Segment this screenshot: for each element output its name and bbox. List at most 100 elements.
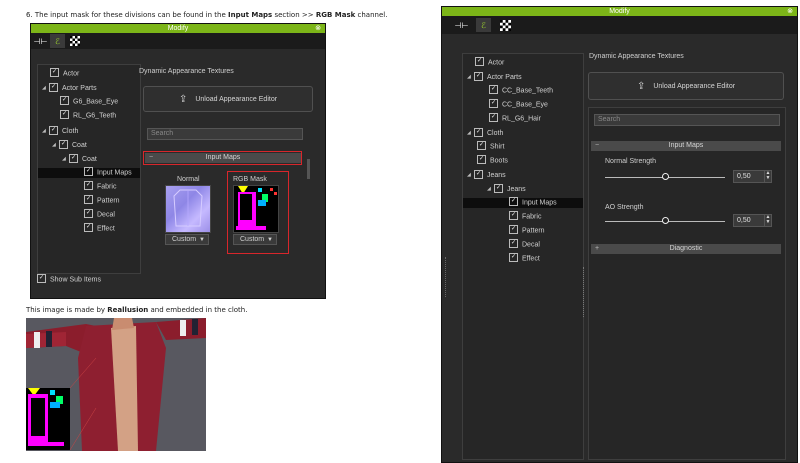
upload-icon: ⇪	[178, 93, 188, 105]
checkbox[interactable]: ✓	[489, 99, 498, 108]
panel-resize-grip[interactable]	[445, 257, 448, 297]
attribute-tab-icon[interactable]: ⊣⊢	[33, 34, 48, 48]
tree-item[interactable]: ✓ Pattern	[509, 225, 545, 236]
tree-item[interactable]: ✓ RL_G6_Hair	[489, 113, 541, 124]
checkbox[interactable]: ✓	[49, 125, 58, 135]
checkbox[interactable]: ✓	[509, 197, 518, 206]
checkbox[interactable]: ✓	[49, 82, 58, 92]
checkbox[interactable]: ✓	[474, 169, 483, 179]
close-icon[interactable]: ⊗	[315, 24, 321, 33]
checkbox[interactable]: ✓	[509, 211, 518, 220]
tree-item[interactable]: ✓ Effect	[509, 253, 540, 264]
expand-arrow-icon[interactable]: ◢	[42, 126, 48, 136]
checkbox[interactable]: ✓	[69, 153, 78, 163]
ao-strength-slider-handle[interactable]	[662, 217, 669, 224]
tree-item-selected[interactable]: ✓ Input Maps	[463, 197, 583, 208]
ao-strength-input[interactable]: 0,50	[733, 214, 765, 227]
tree-item[interactable]: ✓ CC_Base_Teeth	[489, 85, 553, 96]
tree-item[interactable]: ◢ ✓ Coat	[52, 139, 87, 150]
tree-item[interactable]: ◢ ✓ Actor Parts	[467, 71, 522, 82]
expand-arrow-icon[interactable]: ◢	[62, 154, 68, 164]
scrollbar[interactable]	[307, 159, 310, 179]
expand-arrow-icon[interactable]: ◢	[487, 184, 493, 194]
expand-arrow-icon[interactable]: ◢	[42, 83, 48, 93]
tree-item[interactable]: ◢ ✓ Cloth	[467, 127, 503, 138]
tree-item[interactable]: ✓ Shirt	[477, 141, 504, 152]
checkbox[interactable]: ✓	[509, 239, 518, 248]
tree-item[interactable]: ✓ Fabric	[509, 211, 541, 222]
tree-item[interactable]: ✓ Decal	[84, 209, 115, 220]
splitter-grip[interactable]	[583, 267, 586, 317]
checkbox[interactable]: ✓	[84, 195, 93, 204]
ao-strength-stepper[interactable]: ▲ ▼	[764, 214, 772, 227]
normal-strength-label: Normal Strength	[605, 158, 656, 165]
step-mid: section >>	[272, 11, 316, 19]
attribute-tab-icon[interactable]: ⊣⊢	[454, 18, 469, 32]
checkbox[interactable]: ✓	[59, 139, 68, 149]
step-bold-input-maps: Input Maps	[227, 11, 273, 19]
tree-item-selected[interactable]: ✓ Input Maps	[38, 167, 140, 178]
expand-arrow-icon[interactable]: ◢	[467, 128, 473, 138]
tree-item[interactable]: ◢ ✓ Cloth	[42, 125, 78, 136]
tree-item[interactable]: ◢ ✓ Jeans	[487, 183, 526, 194]
tree-item[interactable]: ✓ Pattern	[84, 195, 120, 206]
checkbox[interactable]: ✓	[477, 141, 486, 150]
checker-tab-icon[interactable]	[67, 34, 82, 48]
search-input[interactable]: Search	[147, 128, 303, 140]
normal-custom-dropdown[interactable]: Custom ▼	[165, 234, 209, 245]
checkbox[interactable]: ✓	[475, 57, 484, 66]
checkbox[interactable]: ✓	[474, 127, 483, 137]
unload-appearance-editor-button[interactable]: ⇪ Unload Appearance Editor	[588, 72, 784, 100]
expand-arrow-icon[interactable]: ◢	[467, 72, 473, 82]
checkbox[interactable]: ✓	[509, 253, 518, 262]
checkbox[interactable]: ✓	[60, 96, 69, 105]
step-bold-rgb-mask: RGB Mask	[315, 11, 356, 19]
close-icon[interactable]: ⊗	[787, 7, 793, 16]
normal-strength-input[interactable]: 0,50	[733, 170, 765, 183]
appearance-tab-icon[interactable]: ℰ	[50, 34, 65, 48]
unload-appearance-editor-button[interactable]: ⇪ Unload Appearance Editor	[143, 86, 313, 112]
checkbox[interactable]: ✓	[509, 225, 518, 234]
right-scene-tree[interactable]: ✓ Actor ◢ ✓ Actor Parts ✓ CC_Base_Teeth ✓ CC_…	[462, 53, 584, 460]
checkbox[interactable]: ✓	[494, 183, 503, 193]
tree-item[interactable]: ✓ CC_Base_Eye	[489, 99, 548, 110]
tree-item[interactable]: ◢ ✓ Jeans	[467, 169, 506, 180]
checkbox[interactable]: ✓	[84, 223, 93, 232]
checkbox[interactable]: ✓	[84, 209, 93, 218]
collapse-icon[interactable]: −	[595, 141, 599, 151]
tree-item[interactable]: ✓ Fabric	[84, 181, 116, 192]
tree-item[interactable]: ✓ Actor	[475, 57, 504, 68]
normal-strength-stepper[interactable]: ▲ ▼	[764, 170, 772, 183]
checkbox[interactable]: ✓	[489, 113, 498, 122]
rgb-mask-highlight	[227, 171, 289, 254]
checkbox[interactable]: ✓	[60, 110, 69, 119]
checkbox[interactable]: ✓	[50, 68, 59, 77]
appearance-tab-icon[interactable]: ℰ	[476, 18, 491, 32]
tree-item[interactable]: ✓ Boots	[477, 155, 508, 166]
checkbox[interactable]: ✓	[84, 181, 93, 190]
tree-item[interactable]: ✓ Effect	[84, 223, 115, 234]
tree-item[interactable]: ✓ G6_Base_Eye	[60, 96, 118, 107]
checkbox[interactable]: ✓	[84, 167, 93, 176]
left-scene-tree[interactable]: ✓ Actor ◢ ✓ Actor Parts ✓ G6_Base_Eye ✓ RL_G6…	[37, 64, 141, 274]
diagnostic-section-header[interactable]: + Diagnostic	[591, 244, 781, 254]
checkbox[interactable]: ✓	[489, 85, 498, 94]
step-instruction: 6. The input mask for these divisions ca…	[26, 11, 387, 19]
tree-item[interactable]: ◢ ✓ Actor Parts	[42, 82, 97, 93]
checkbox[interactable]: ✓	[37, 274, 46, 283]
normal-map-thumbnail[interactable]	[165, 185, 211, 233]
expand-arrow-icon[interactable]: ◢	[52, 140, 58, 150]
tree-item[interactable]: ✓ Actor	[50, 68, 79, 79]
checkbox[interactable]: ✓	[474, 71, 483, 81]
input-maps-section-header[interactable]: − Input Maps	[591, 141, 781, 151]
checker-tab-icon[interactable]	[498, 18, 513, 32]
tree-item[interactable]: ✓ Decal	[509, 239, 540, 250]
show-sub-items-checkbox[interactable]: ✓ Show Sub Items	[37, 274, 101, 285]
tree-item[interactable]: ✓ RL_G6_Teeth	[60, 110, 116, 121]
checkbox[interactable]: ✓	[477, 155, 486, 164]
normal-strength-slider-handle[interactable]	[662, 173, 669, 180]
tree-item[interactable]: ◢ ✓ Coat	[62, 153, 97, 164]
expand-arrow-icon[interactable]: ◢	[467, 170, 473, 180]
expand-icon[interactable]: +	[595, 244, 599, 254]
search-input[interactable]: Search	[594, 114, 780, 126]
